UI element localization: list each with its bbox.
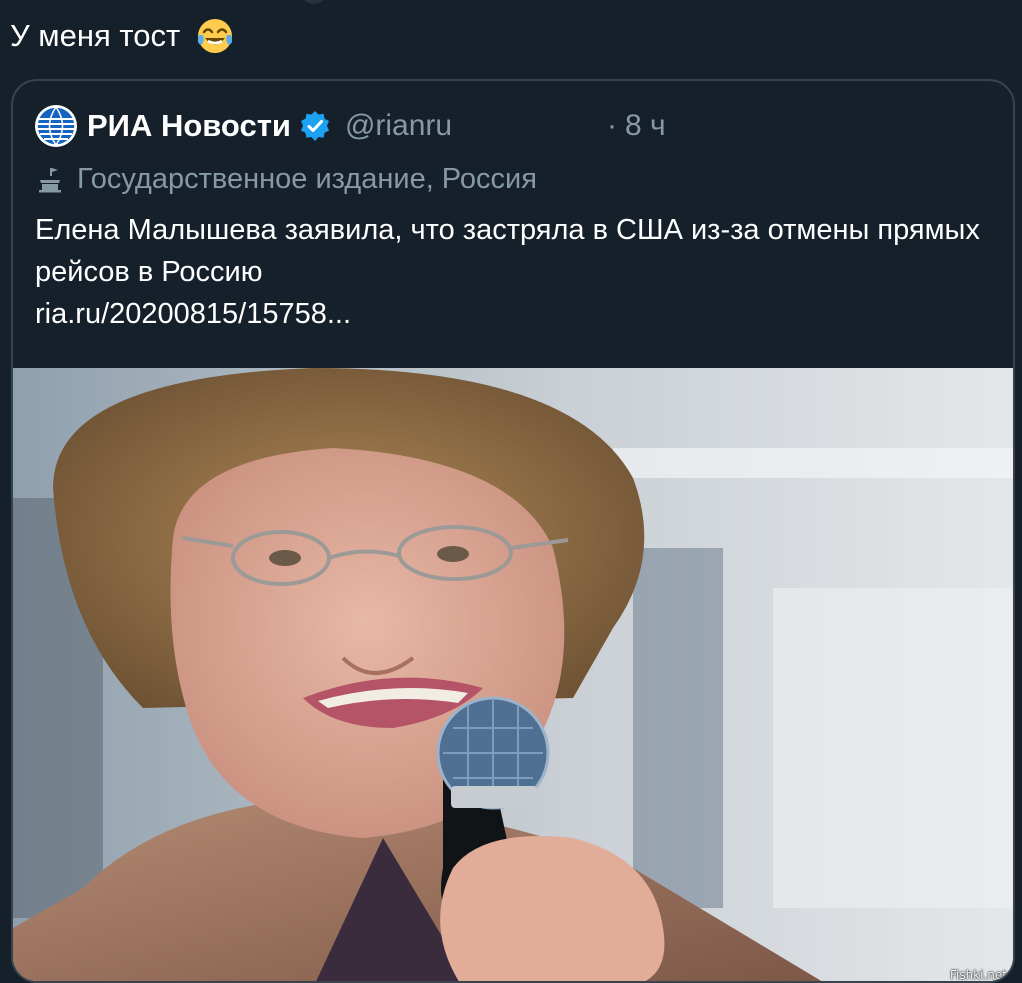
tweet-photo[interactable]: Fishki.net xyxy=(13,368,1013,982)
quoted-tweet-header: РИА Новости @rianru xyxy=(35,103,452,149)
previous-tweet-edge xyxy=(300,0,328,4)
tweet-text: У меня тост xyxy=(10,12,235,60)
quoted-tweet-body: Елена Малышева заявила, что застряла в С… xyxy=(35,209,985,335)
ria-logo-icon xyxy=(36,106,76,146)
article-link[interactable]: ria.ru/20200815/15758... xyxy=(35,293,985,335)
portrait-photo xyxy=(13,368,1013,981)
watermark: Fishki.net xyxy=(949,968,1007,982)
state-affiliation-label[interactable]: Государственное издание, Россия xyxy=(35,157,537,201)
ria-novosti-avatar[interactable] xyxy=(35,105,77,147)
author-handle[interactable]: @rianru xyxy=(345,109,452,143)
face-with-tears-of-joy-emoji-icon xyxy=(197,18,232,53)
tweet-text-content: У меня тост xyxy=(10,18,181,53)
quoted-tweet-text: Елена Малышева заявила, что застряла в С… xyxy=(35,214,980,288)
time-separator: · xyxy=(607,109,617,142)
author-name[interactable]: РИА Новости xyxy=(87,108,291,144)
quoted-tweet-card[interactable]: РИА Новости @rianru · 8 ч Государственное… xyxy=(11,79,1015,983)
government-building-icon xyxy=(39,168,61,193)
verified-badge-icon xyxy=(300,111,329,141)
affiliation-text: Государственное издание, Россия xyxy=(77,162,537,195)
time-ago: 8 ч xyxy=(625,109,666,142)
tweet-timestamp[interactable]: · 8 ч xyxy=(607,103,666,149)
